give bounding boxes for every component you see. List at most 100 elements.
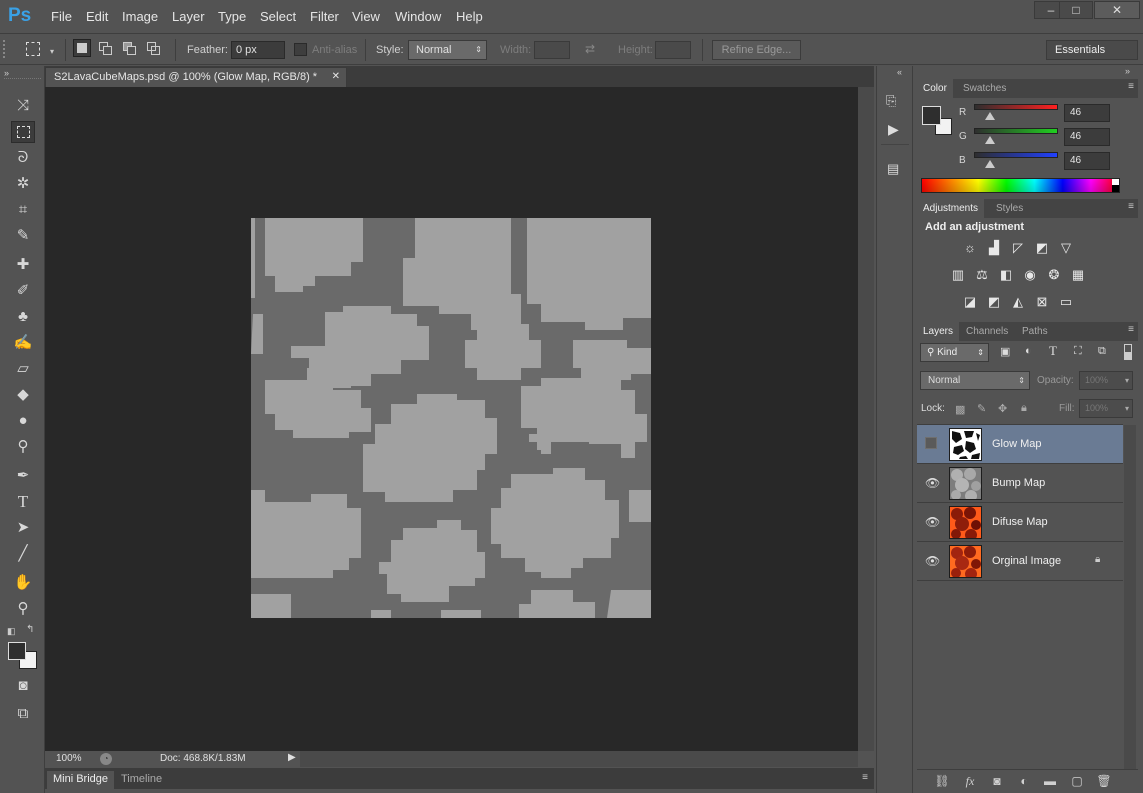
lock-all-icon[interactable]: 🔒︎ (1021, 402, 1027, 415)
quick-mask-icon[interactable]: ◙ (11, 675, 35, 697)
eye-icon[interactable]: 👁︎ (925, 555, 940, 567)
zoom-tool-icon[interactable]: ⚲ (11, 598, 35, 620)
eye-icon[interactable]: 👁︎ (925, 516, 940, 528)
blue-slider-track[interactable] (974, 152, 1058, 158)
tab-paths[interactable]: Paths (1016, 322, 1054, 341)
workspace-switcher[interactable]: Essentials (1046, 40, 1138, 60)
maximize-button[interactable]: □ (1059, 1, 1093, 19)
filter-toggle[interactable] (1124, 344, 1132, 360)
tab-adjustments[interactable]: Adjustments (917, 199, 985, 218)
brightness-contrast-icon[interactable]: ☼ (961, 240, 979, 256)
new-layer-icon[interactable]: ▢ (1068, 773, 1086, 789)
chevron-down-icon[interactable]: ▾ (1125, 400, 1129, 417)
foreground-color-swatch[interactable] (8, 642, 26, 660)
add-to-selection-icon[interactable] (97, 39, 115, 57)
document-tab[interactable]: S2LavaCubeMaps.psd @ 100% (Glow Map, RGB… (45, 67, 347, 87)
posterize-icon[interactable]: ◩ (985, 294, 1003, 310)
new-selection-icon[interactable] (73, 39, 91, 57)
channel-mixer-icon[interactable]: ❂ (1045, 267, 1063, 283)
menu-select[interactable]: Select (260, 9, 296, 24)
refine-edge-button[interactable]: Refine Edge... (712, 40, 801, 60)
menu-edit[interactable]: Edit (86, 9, 108, 24)
new-adjustment-layer-icon[interactable]: ◐ (1015, 773, 1033, 789)
red-value-input[interactable]: 46 (1064, 104, 1110, 122)
fill-input[interactable]: 100% ▾ (1079, 399, 1133, 418)
subtract-from-selection-icon[interactable] (121, 39, 139, 57)
marquee-tool-icon[interactable] (26, 42, 40, 56)
hue-saturation-icon[interactable]: ▥ (949, 267, 967, 283)
feather-input[interactable]: 0 px (231, 41, 285, 59)
crop-tool-icon[interactable]: ⌗ (11, 199, 35, 221)
menu-view[interactable]: View (352, 9, 380, 24)
eyedropper-tool-icon[interactable]: ✎ (11, 225, 35, 247)
history-brush-tool-icon[interactable]: ✍ (11, 332, 35, 354)
blue-value-input[interactable]: 46 (1064, 152, 1110, 170)
intersect-selection-icon[interactable] (145, 39, 163, 57)
move-tool-icon[interactable]: ⤨ (11, 95, 35, 117)
width-input[interactable] (534, 41, 570, 59)
menu-help[interactable]: Help (456, 9, 483, 24)
height-input[interactable] (655, 41, 691, 59)
red-slider-track[interactable] (974, 104, 1058, 110)
line-tool-icon[interactable]: ╱ (11, 543, 35, 565)
menu-type[interactable]: Type (218, 9, 246, 24)
dodge-tool-icon[interactable]: ⚲ (11, 436, 35, 458)
collapse-column-icon[interactable]: « (897, 67, 902, 77)
grip-handle[interactable] (3, 40, 7, 58)
layer-filter-select[interactable]: ⚲ Kind ⇕ (920, 343, 989, 362)
tab-layers[interactable]: Layers (917, 322, 960, 341)
properties-panel-icon[interactable]: ▤ (887, 161, 899, 177)
green-slider-track[interactable] (974, 128, 1058, 134)
layer-style-fx-icon[interactable]: fx (961, 773, 979, 789)
clone-stamp-tool-icon[interactable]: ♣ (11, 306, 35, 328)
collapse-panels-icon[interactable]: » (1125, 66, 1130, 76)
pen-tool-icon[interactable]: ✒ (11, 465, 35, 487)
swap-icon[interactable]: ⇄ (585, 42, 595, 56)
swap-colors-icon[interactable]: ↰ (26, 624, 34, 635)
vertical-scrollbar[interactable] (858, 87, 874, 751)
eye-icon[interactable]: 👁︎ (925, 477, 940, 489)
close-tab-icon[interactable]: ✕ (332, 68, 340, 86)
menu-window[interactable]: Window (395, 9, 441, 24)
lock-image-icon[interactable]: ✎ (977, 402, 986, 415)
history-panel-icon[interactable]: ⎘ (886, 93, 896, 109)
black-white-icon[interactable]: ◧ (997, 267, 1015, 283)
horizontal-scrollbar[interactable] (300, 751, 858, 767)
curves-icon[interactable]: ◸ (1009, 240, 1027, 256)
type-tool-icon[interactable]: T (11, 491, 35, 513)
layer-row-difuse-map[interactable]: 👁︎ Difuse Map (917, 503, 1123, 542)
new-group-icon[interactable]: ▬ (1041, 773, 1059, 789)
color-spectrum-bar[interactable] (921, 178, 1120, 193)
blue-slider-thumb[interactable] (985, 160, 995, 168)
selective-color-icon[interactable]: ⊠ (1033, 294, 1051, 310)
panel-menu-icon[interactable]: ≡ (1128, 81, 1134, 92)
tab-timeline[interactable]: Timeline (115, 771, 168, 789)
filter-type-icon[interactable]: T (1049, 343, 1057, 359)
actions-panel-icon[interactable]: ▶ (888, 121, 899, 138)
levels-icon[interactable]: ▟ (985, 240, 1003, 256)
glow-map-canvas[interactable] (251, 218, 651, 618)
healing-brush-tool-icon[interactable]: ✚ (11, 254, 35, 276)
exposure-icon[interactable]: ◩ (1033, 240, 1051, 256)
gradient-map-icon[interactable]: ▭ (1057, 294, 1075, 310)
blend-mode-select[interactable]: Normal ⇕ (920, 371, 1030, 390)
layer-row-bump-map[interactable]: 👁︎ Bump Map (917, 464, 1123, 503)
status-info-icon[interactable]: ◔ (100, 753, 112, 765)
magic-wand-tool-icon[interactable]: ✲ (11, 173, 35, 195)
tab-styles[interactable]: Styles (990, 199, 1029, 218)
photo-filter-icon[interactable]: ◉ (1021, 267, 1039, 283)
lock-transparent-icon[interactable]: ▩ (955, 403, 965, 416)
layers-scrollbar[interactable] (1124, 425, 1136, 770)
default-colors-icon[interactable]: ◧ (7, 626, 16, 637)
filter-adjustment-icon[interactable]: ◐ (1025, 345, 1032, 357)
panel-menu-icon[interactable]: ≡ (862, 772, 868, 783)
tool-preset-chevron-icon[interactable]: ▾ (50, 47, 54, 56)
screen-mode-icon[interactable]: ⧉ (11, 703, 35, 725)
canvas-area[interactable] (45, 87, 858, 751)
filter-smart-object-icon[interactable]: ⧉ (1098, 345, 1106, 358)
link-layers-icon[interactable]: ⛓ (933, 773, 951, 789)
panel-menu-icon[interactable]: ≡ (1128, 201, 1134, 212)
layer-row-orginal-image[interactable]: 👁︎ Orginal Image 🔒︎ (917, 542, 1123, 581)
green-value-input[interactable]: 46 (1064, 128, 1110, 146)
menu-file[interactable]: File (51, 9, 72, 24)
